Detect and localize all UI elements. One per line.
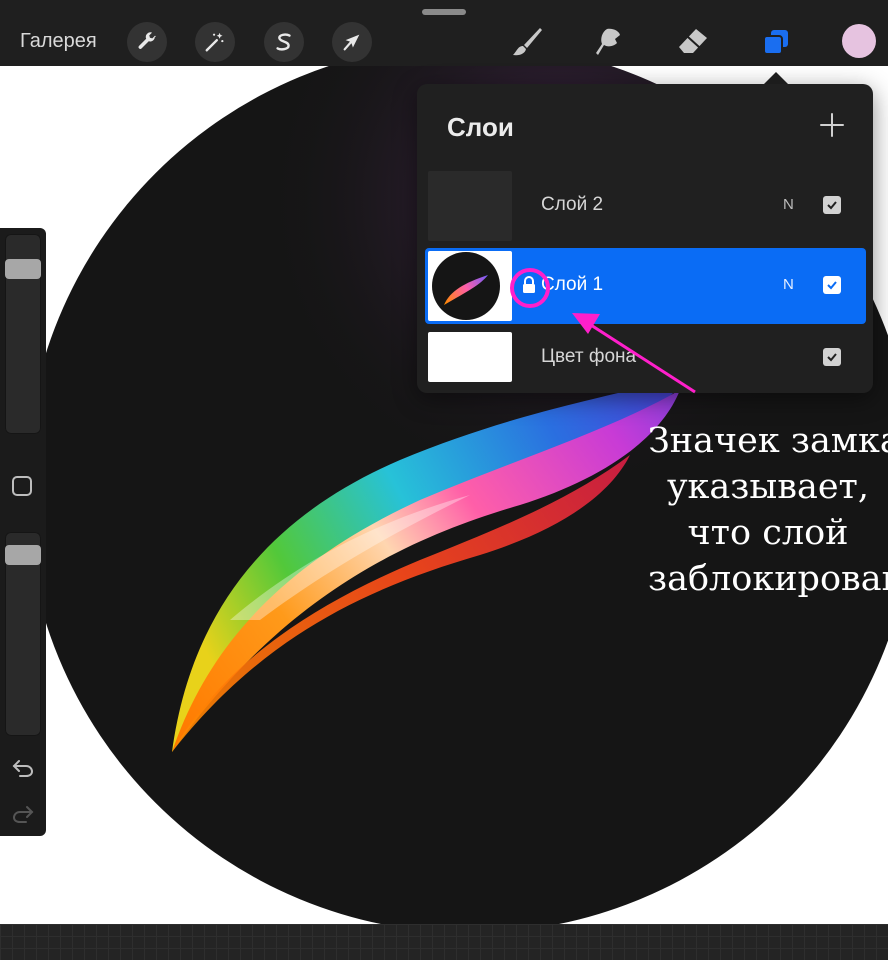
- visibility-checkbox[interactable]: [823, 196, 841, 214]
- actions-button[interactable]: [127, 22, 167, 62]
- lock-icon: [523, 276, 535, 293]
- annotation-line: Значек замка: [648, 421, 888, 461]
- layer-name: Слой 2: [541, 194, 604, 215]
- bottom-grid-bar: [0, 924, 888, 960]
- layers-panel: Слои Слой 2 N Слой 1 N Цвет фона: [417, 84, 873, 393]
- layer-name: Цвет фона: [541, 346, 637, 367]
- layer-thumbnail-artwork: [432, 252, 500, 320]
- magic-wand-icon: [205, 32, 224, 52]
- left-sidebar: [0, 228, 46, 836]
- layers-icon: [763, 30, 788, 55]
- transform-button[interactable]: [332, 22, 372, 62]
- opacity-knob[interactable]: [5, 544, 41, 565]
- layer-row-sloy-1[interactable]: Слой 1 N: [425, 248, 866, 324]
- brush-icon: [513, 28, 542, 56]
- smudge-tool[interactable]: [590, 22, 630, 62]
- eraser-icon: [679, 29, 707, 53]
- gallery-button[interactable]: Галерея: [20, 30, 97, 52]
- modify-button[interactable]: [12, 476, 32, 496]
- layer-thumbnail: [428, 171, 512, 241]
- annotation-text: Значек замка указывает, что слой заблоки…: [648, 418, 888, 602]
- blend-mode-button[interactable]: N: [783, 196, 794, 214]
- layer-row-background-color[interactable]: Цвет фона: [425, 320, 866, 396]
- undo-button[interactable]: [10, 756, 36, 780]
- undo-icon: [12, 760, 34, 777]
- arrow-cursor-icon: [343, 34, 360, 51]
- annotation-line: что слой: [687, 513, 849, 553]
- layer-name: Слой 1: [541, 274, 604, 295]
- selection-s-icon: [276, 33, 291, 51]
- visibility-checkbox[interactable]: [823, 276, 841, 294]
- plus-icon: [820, 113, 844, 137]
- checkmark-icon: [827, 201, 837, 210]
- adjustments-button[interactable]: [195, 22, 235, 62]
- smudge-icon: [596, 28, 620, 55]
- annotation-line: заблокирован: [648, 559, 888, 599]
- brush-size-knob[interactable]: [5, 258, 41, 279]
- selection-button[interactable]: [264, 22, 304, 62]
- wrench-icon: [138, 32, 156, 49]
- redo-button[interactable]: [10, 802, 36, 826]
- checkmark-icon: [827, 353, 837, 362]
- redo-icon: [12, 806, 34, 823]
- toolbar-grabber[interactable]: [422, 9, 466, 15]
- layers-panel-title: Слои: [447, 112, 514, 142]
- add-layer-button[interactable]: [817, 110, 847, 140]
- eraser-tool[interactable]: [673, 22, 713, 62]
- layer-row-sloy-2[interactable]: Слой 2 N: [425, 168, 866, 244]
- layers-button[interactable]: [756, 22, 796, 62]
- layer-thumbnail: [428, 332, 512, 382]
- color-picker-button[interactable]: [842, 24, 876, 58]
- checkmark-icon: [827, 281, 837, 290]
- top-toolbar: Галерея: [0, 0, 888, 66]
- brush-tool[interactable]: [507, 22, 547, 62]
- visibility-checkbox[interactable]: [823, 348, 841, 366]
- blend-mode-button[interactable]: N: [783, 276, 794, 294]
- annotation-line: указывает,: [666, 467, 870, 507]
- layer-thumbnail: [428, 251, 512, 321]
